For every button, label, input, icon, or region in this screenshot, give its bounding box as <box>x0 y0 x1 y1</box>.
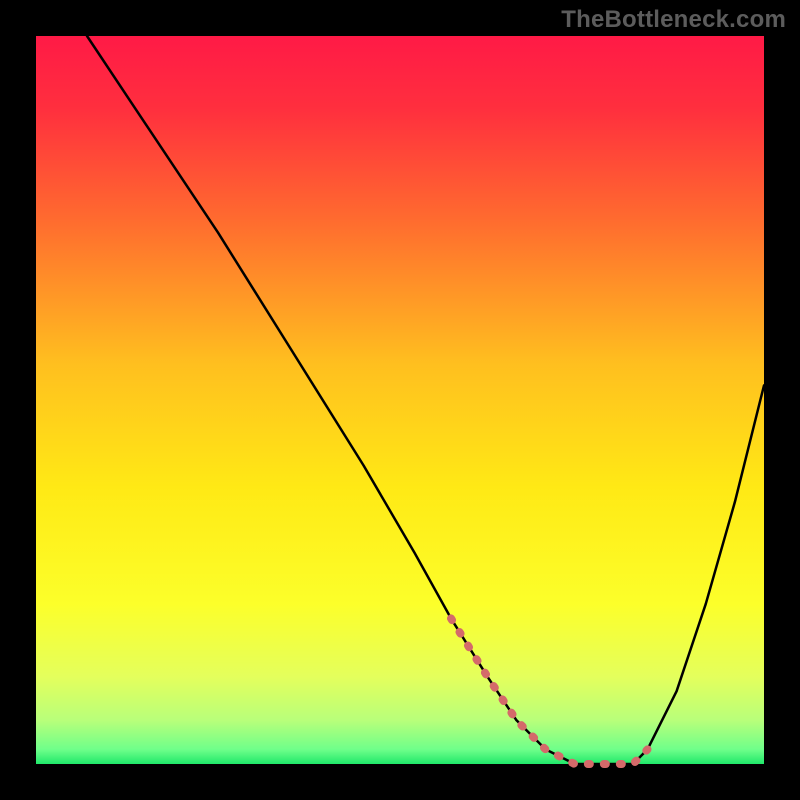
chart-svg <box>36 36 764 764</box>
watermark-text: TheBottleneck.com <box>561 6 786 34</box>
chart-frame: TheBottleneck.com <box>0 0 800 800</box>
highlight-segment <box>451 618 648 764</box>
bottleneck-curve <box>87 36 764 764</box>
